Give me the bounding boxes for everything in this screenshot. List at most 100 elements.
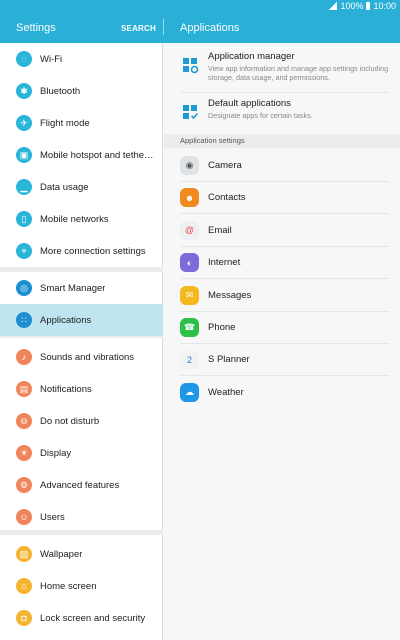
- app-manager-title: Application manager: [208, 51, 295, 62]
- header-divider: [163, 19, 164, 35]
- sidebar-item-label: Advanced features: [40, 479, 120, 491]
- sidebar-item-mobile-hotspot-and-tetheri[interactable]: ▣ Mobile hotspot and tetheri...: [0, 139, 163, 171]
- calendar-icon: 2: [180, 350, 199, 370]
- applications-icon: ∷: [16, 312, 32, 328]
- advanced-features-icon: ⚙: [16, 477, 32, 493]
- app-item-email[interactable]: @ Email: [180, 215, 389, 247]
- sidebar-item-label: Do not disturb: [40, 415, 100, 427]
- sidebar-item-label: Display: [40, 447, 72, 459]
- clock: 10:00: [373, 1, 396, 11]
- sidebar-item-notifications[interactable]: ▤ Notifications: [0, 373, 163, 405]
- sidebar-item-flight-mode[interactable]: ✈ Flight mode: [0, 107, 163, 139]
- sidebar-item-label: Wallpaper: [40, 548, 83, 560]
- sidebar-item-label: Wi-Fi: [40, 53, 63, 65]
- sidebar-item-mobile-networks[interactable]: ▯ Mobile networks: [0, 203, 163, 235]
- phone-icon: ☎: [180, 318, 199, 337]
- app-label: Internet: [208, 257, 241, 269]
- sidebar-item-label: Mobile networks: [40, 213, 109, 225]
- default-apps-subtitle: Designate apps for certain tasks.: [208, 111, 313, 120]
- airplane-icon: ✈: [16, 115, 32, 131]
- sidebar-item-bluetooth[interactable]: ✱ Bluetooth: [0, 75, 163, 107]
- sidebar-item-label: Flight mode: [40, 117, 90, 129]
- sidebar-item-data-usage[interactable]: ▁ Data usage: [0, 171, 163, 203]
- weather-icon: ☁: [180, 383, 199, 403]
- sidebar-item-label: Lock screen and security: [40, 612, 146, 624]
- sidebar-item-users[interactable]: ☺ Users: [0, 501, 163, 533]
- sound-icon: ♪: [16, 349, 32, 365]
- sidebar-item-label: Mobile hotspot and tetheri...: [40, 149, 155, 161]
- signal-icon: [329, 2, 338, 10]
- default-apps-icon: [182, 104, 199, 121]
- app-manager-subtitle: View app information and manage app sett…: [208, 64, 389, 82]
- sidebar-item-do-not-disturb[interactable]: ⊖ Do not disturb: [0, 405, 163, 437]
- sidebar-item-display[interactable]: ☀ Display: [0, 437, 163, 469]
- sidebar-item-sounds-and-vibrations[interactable]: ♪ Sounds and vibrations: [0, 341, 163, 373]
- sidebar-item-label: Sounds and vibrations: [40, 351, 135, 363]
- sidebar-item-home-screen[interactable]: ⌂ Home screen: [0, 570, 163, 602]
- email-icon: @: [180, 220, 199, 240]
- hotspot-icon: ▣: [16, 147, 32, 163]
- sidebar-item-wi-fi[interactable]: ◌ Wi-Fi: [0, 43, 163, 75]
- applications-panel: Application manager View app information…: [164, 43, 400, 640]
- bluetooth-icon: ✱: [16, 83, 32, 99]
- app-item-s-planner[interactable]: 2 S Planner: [180, 344, 389, 377]
- app-label: Phone: [208, 322, 236, 333]
- internet-icon: ◐: [180, 253, 199, 273]
- app-label: Contacts: [208, 192, 246, 204]
- page-title: Applications: [180, 22, 240, 34]
- app-item-camera[interactable]: ◉ Camera: [180, 150, 389, 182]
- sidebar-item-label: More connection settings: [40, 245, 146, 257]
- sidebar-item-applications[interactable]: ∷ Applications: [0, 304, 163, 336]
- settings-sidebar: ◌ Wi-Fi ✱ Bluetooth ✈ Flight mode ▣ Mobile hots…: [0, 43, 163, 640]
- application-manager-item[interactable]: Application manager View app information…: [164, 51, 400, 82]
- battery-icon: [366, 2, 371, 10]
- sidebar-item-more-connection-settings[interactable]: ⌖ More connection settings: [0, 235, 163, 267]
- search-button[interactable]: SEARCH: [121, 24, 156, 33]
- mobile-networks-icon: ▯: [16, 211, 32, 227]
- wallpaper-icon: ▧: [16, 546, 32, 562]
- battery-percent: 100%: [340, 1, 364, 11]
- sidebar-item-label: Users: [40, 511, 65, 523]
- status-bar: 100% 10:00: [329, 1, 396, 11]
- default-applications-item[interactable]: Default applications Designate apps for …: [164, 98, 400, 121]
- more-connections-icon: ⌖: [16, 243, 32, 259]
- app-item-messages[interactable]: ✉ Messages: [180, 280, 389, 312]
- app-item-phone[interactable]: ☎ Phone: [180, 312, 389, 344]
- app-label: Weather: [208, 387, 244, 399]
- sidebar-item-label: Applications: [40, 314, 92, 326]
- default-apps-title: Default applications: [208, 98, 291, 109]
- sidebar-item-wallpaper[interactable]: ▧ Wallpaper: [0, 538, 163, 570]
- app-label: Messages: [208, 289, 252, 301]
- app-manager-icon: [182, 57, 199, 74]
- sidebar-item-advanced-features[interactable]: ⚙ Advanced features: [0, 469, 163, 501]
- settings-title: Settings: [16, 22, 56, 34]
- home-icon: ⌂: [16, 578, 32, 594]
- app-label: Camera: [208, 160, 242, 171]
- sidebar-item-label: Smart Manager: [40, 282, 106, 294]
- users-icon: ☺: [16, 509, 32, 525]
- sidebar-item-label: Notifications: [40, 383, 92, 395]
- app-label: S Planner: [208, 354, 250, 366]
- sidebar-item-lock-screen-and-security[interactable]: ◘ Lock screen and security: [0, 602, 163, 634]
- app-bar: 100% 10:00 Settings SEARCH Applications: [0, 0, 400, 43]
- sidebar-item-label: Bluetooth: [40, 85, 81, 97]
- camera-icon: ◉: [180, 156, 199, 175]
- app-item-contacts[interactable]: ☻ Contacts: [180, 182, 389, 215]
- smart-manager-icon: ◎: [16, 280, 32, 296]
- notifications-icon: ▤: [16, 381, 32, 397]
- sidebar-item-smart-manager[interactable]: ◎ Smart Manager: [0, 272, 163, 304]
- app-item-internet[interactable]: ◐ Internet: [180, 247, 389, 280]
- messages-icon: ✉: [180, 285, 199, 305]
- do-not-disturb-icon: ⊖: [16, 413, 32, 429]
- sidebar-item-label: Data usage: [40, 181, 89, 193]
- contacts-icon: ☻: [180, 188, 199, 208]
- lock-icon: ◘: [16, 610, 32, 626]
- display-icon: ☀: [16, 445, 32, 461]
- section-header: Application settings: [164, 134, 400, 148]
- app-label: Email: [208, 224, 232, 236]
- app-item-weather[interactable]: ☁ Weather: [180, 377, 389, 409]
- divider: [180, 92, 389, 93]
- wifi-icon: ◌: [16, 51, 32, 67]
- sidebar-item-label: Home screen: [40, 580, 97, 592]
- data-usage-icon: ▁: [16, 179, 32, 195]
